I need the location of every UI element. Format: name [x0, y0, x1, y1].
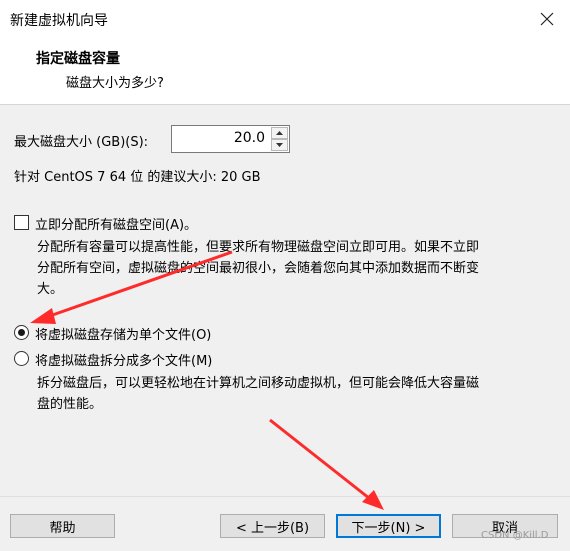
allocate-description-line: 分配所有容量可以提高性能，但要求所有物理磁盘空间立即可用。如果不立即	[37, 240, 480, 255]
radio-selected-dot	[18, 329, 25, 336]
close-button[interactable]	[530, 6, 564, 32]
radio-split-files-label[interactable]: 将虚拟磁盘拆分成多个文件(M)	[35, 350, 212, 369]
allocate-description-line: 分配所有空间，虚拟磁盘的空间最初很小，会随着您向其中添加数据而不断变	[37, 261, 480, 276]
title-bar: 新建虚拟机向导	[0, 0, 570, 38]
allocate-description: 分配所有容量可以提高性能，但要求所有物理磁盘空间立即可用。如果不立即 分配所有空…	[37, 237, 557, 300]
radio-split-files[interactable]	[14, 351, 29, 366]
allocate-all-checkbox[interactable]	[14, 215, 29, 230]
radio-single-file[interactable]	[14, 325, 29, 340]
close-icon	[540, 12, 554, 26]
watermark: CSDN @Kill.D	[481, 530, 549, 541]
allocate-all-label[interactable]: 立即分配所有磁盘空间(A)。	[35, 214, 197, 233]
split-description-line: 盘的性能。	[37, 397, 103, 412]
allocate-description-line: 大。	[37, 282, 64, 297]
disk-size-label: 最大磁盘大小 (GB)(S):	[14, 135, 149, 150]
back-button[interactable]: < 上一步(B)	[220, 514, 325, 538]
split-description: 拆分磁盘后，可以更轻松地在计算机之间移动虚拟机，但可能会降低大容量磁 盘的性能。	[37, 373, 557, 415]
spin-up-button[interactable]	[271, 127, 288, 139]
page-title: 指定磁盘容量	[36, 51, 120, 67]
page-subtitle: 磁盘大小为多少?	[66, 76, 164, 91]
next-button[interactable]: 下一步(N) >	[336, 514, 441, 538]
help-button[interactable]: 帮助	[10, 514, 115, 538]
footer-divider	[0, 496, 570, 497]
window-title: 新建虚拟机向导	[10, 13, 108, 29]
disk-size-stepper[interactable]: 20.0	[171, 125, 290, 153]
recommended-size-text: 针对 CentOS 7 64 位 的建议大小: 20 GB	[14, 170, 261, 185]
triangle-up-icon	[276, 131, 283, 135]
radio-single-file-label[interactable]: 将虚拟磁盘存储为单个文件(O)	[35, 324, 211, 343]
disk-size-value[interactable]: 20.0	[234, 130, 265, 146]
wizard-header: 指定磁盘容量 磁盘大小为多少?	[0, 38, 570, 105]
spin-down-button[interactable]	[271, 139, 288, 151]
triangle-down-icon	[276, 143, 283, 147]
split-description-line: 拆分磁盘后，可以更轻松地在计算机之间移动虚拟机，但可能会降低大容量磁	[37, 376, 480, 391]
